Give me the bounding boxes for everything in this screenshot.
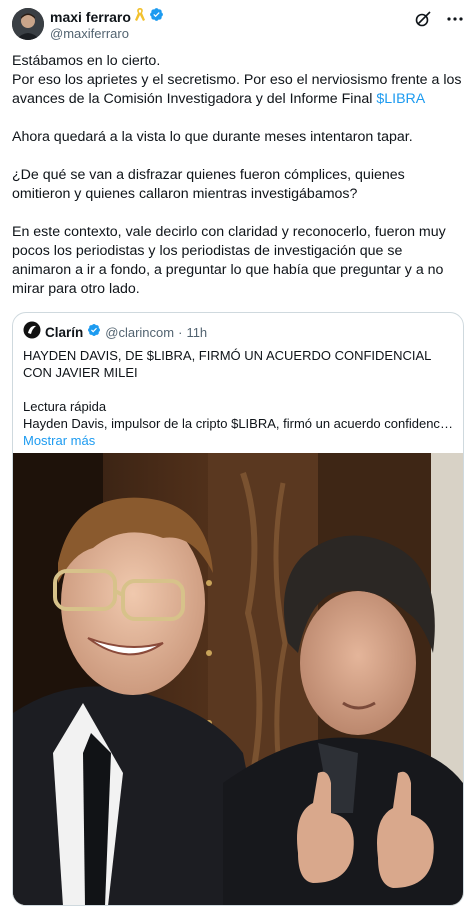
verified-badge-icon bbox=[149, 7, 164, 27]
quoted-author-handle[interactable]: @clarincom bbox=[105, 325, 174, 340]
grok-icon[interactable] bbox=[414, 10, 432, 33]
quoted-timestamp[interactable]: 11h bbox=[186, 325, 207, 340]
quoted-media-photo[interactable] bbox=[13, 453, 463, 905]
tweet-paragraph-4: En este contexto, vale decirlo con clari… bbox=[12, 224, 446, 297]
cashtag-link[interactable]: $LIBRA bbox=[376, 91, 425, 107]
tweet-paragraph-2: Ahora quedará a la vista lo que durante … bbox=[12, 129, 413, 145]
tweet-paragraph-1: Estábamos en lo cierto. Por eso los apri… bbox=[12, 52, 464, 109]
verified-badge-icon bbox=[87, 323, 101, 342]
tweet-text: Estábamos en lo cierto. Por eso los apri… bbox=[12, 52, 464, 299]
yellow-ribbon-icon bbox=[134, 7, 146, 27]
tweet-header: maxi ferraro @maxiferraro bbox=[12, 7, 464, 41]
tweet-paragraph-3: ¿De qué se van a disfrazar quienes fuero… bbox=[12, 167, 405, 202]
more-options-icon[interactable] bbox=[446, 10, 464, 33]
quick-read-label: Lectura rápida bbox=[23, 399, 107, 414]
author-handle[interactable]: @maxiferraro bbox=[50, 26, 164, 41]
selfie-photo bbox=[13, 453, 463, 905]
quick-read-summary: Hayden Davis, impulsor de la cripto $LIB… bbox=[23, 416, 453, 431]
quoted-tweet-card[interactable]: Clarín @clarincom · 11h HAYDEN DAVIS, DE… bbox=[12, 312, 464, 906]
show-more-link[interactable]: Mostrar más bbox=[23, 432, 455, 449]
quoted-tweet-header: Clarín @clarincom · 11h bbox=[23, 321, 207, 344]
quoted-author-name[interactable]: Clarín bbox=[45, 325, 83, 340]
quoted-tweet-body: HAYDEN DAVIS, DE $LIBRA, FIRMÓ UN ACUERD… bbox=[23, 347, 455, 449]
clarin-logo-icon bbox=[23, 321, 41, 344]
avatar-photo bbox=[12, 8, 44, 40]
tweet-line-1: Estábamos en lo cierto. bbox=[12, 53, 161, 69]
meta-separator: · bbox=[178, 324, 183, 340]
quoted-headline: HAYDEN DAVIS, DE $LIBRA, FIRMÓ UN ACUERD… bbox=[23, 348, 431, 380]
author-avatar[interactable] bbox=[12, 8, 44, 40]
author-display-name[interactable]: maxi ferraro bbox=[50, 9, 131, 25]
